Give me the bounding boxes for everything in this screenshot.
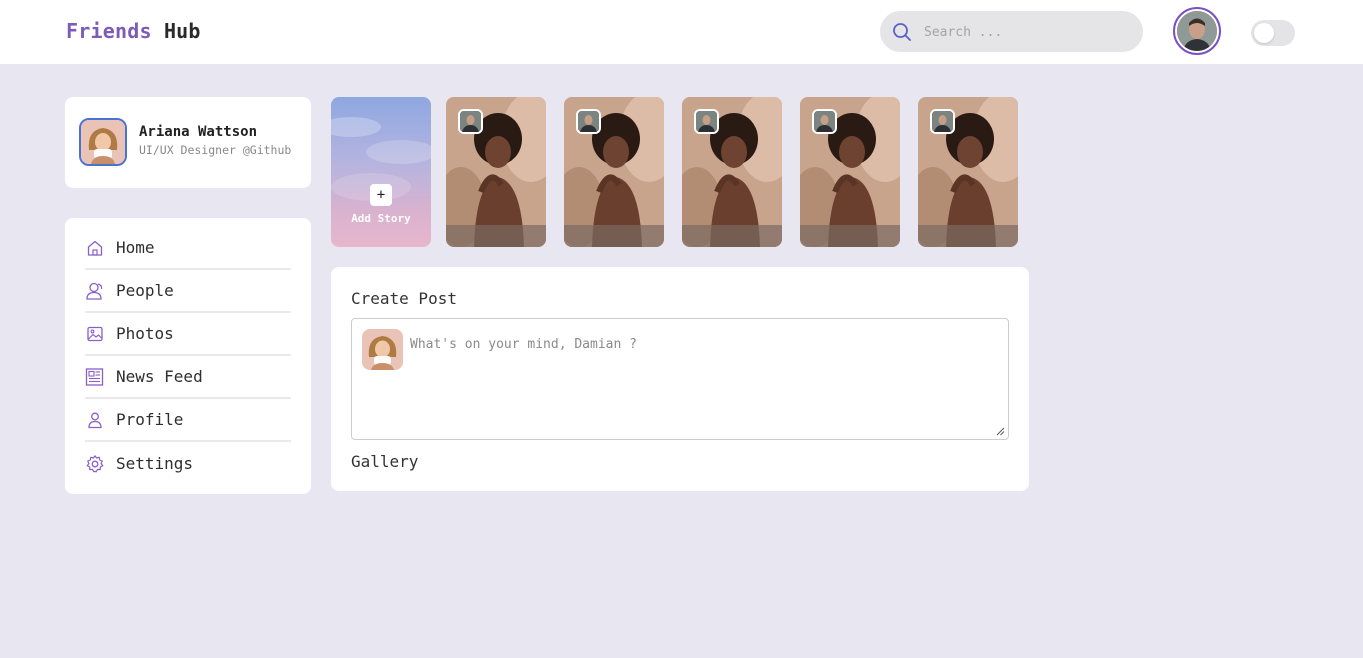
story-author-avatar — [812, 109, 837, 134]
logo-text-hub: Hub — [163, 19, 201, 43]
logo-text-friends: Friends — [66, 19, 152, 43]
sidebar-item-label: Settings — [116, 454, 194, 473]
theme-toggle[interactable] — [1251, 20, 1295, 46]
user-avatar[interactable] — [1173, 7, 1221, 55]
create-post-card: Create Post Gallery — [331, 267, 1029, 491]
sidebar-item-label: Photos — [116, 324, 174, 343]
sidebar-item-people[interactable]: People — [85, 270, 291, 313]
newspaper-icon — [85, 367, 105, 387]
add-story-card[interactable]: + Add Story — [331, 97, 431, 247]
sidebar-item-news-feed[interactable]: News Feed — [85, 356, 291, 399]
sidebar-item-label: Home — [116, 238, 155, 257]
create-post-title: Create Post — [351, 289, 457, 308]
profile-card[interactable]: Ariana Wattson UI/UX Designer @Github — [65, 97, 311, 188]
people-icon — [85, 281, 105, 301]
sidebar-item-label: Profile — [116, 410, 184, 429]
search-bar[interactable] — [880, 11, 1143, 52]
story-author-avatar — [458, 109, 483, 134]
post-composer[interactable] — [351, 318, 1009, 440]
profile-name: Ariana Wattson — [139, 124, 258, 140]
sidebar-item-label: News Feed — [116, 367, 203, 386]
composer-avatar — [362, 329, 403, 370]
sidebar-item-settings[interactable]: Settings — [85, 442, 291, 485]
sidebar-item-photos[interactable]: Photos — [85, 313, 291, 356]
post-textarea[interactable] — [410, 337, 990, 427]
sidebar-item-label: People — [116, 281, 174, 300]
plus-icon[interactable]: + — [370, 184, 392, 206]
home-icon — [85, 238, 105, 258]
gear-icon — [85, 454, 105, 474]
gallery-label: Gallery — [351, 452, 419, 471]
search-icon — [893, 23, 911, 41]
search-input[interactable] — [924, 21, 1124, 43]
story-card[interactable] — [800, 97, 900, 247]
story-author-avatar — [576, 109, 601, 134]
story-author-avatar — [694, 109, 719, 134]
profile-avatar — [79, 118, 127, 166]
app-logo[interactable]: Friends Hub — [66, 19, 201, 43]
profile-subtitle: UI/UX Designer @Github — [139, 143, 292, 157]
resize-grip-icon[interactable] — [995, 426, 1005, 436]
toggle-knob — [1254, 23, 1274, 43]
story-author-avatar — [930, 109, 955, 134]
story-card[interactable] — [564, 97, 664, 247]
top-navbar: Friends Hub — [0, 0, 1363, 64]
story-card[interactable] — [446, 97, 546, 247]
sidebar-item-home[interactable]: Home — [85, 227, 291, 270]
sidebar-item-profile[interactable]: Profile — [85, 399, 291, 442]
image-icon — [85, 324, 105, 344]
add-story-label: Add Story — [351, 212, 411, 225]
sidebar-menu: Home People Photos News Feed Profile Set… — [65, 218, 311, 494]
avatar-photo — [1177, 11, 1217, 51]
user-icon — [85, 410, 105, 430]
story-card[interactable] — [682, 97, 782, 247]
story-card[interactable] — [918, 97, 1018, 247]
